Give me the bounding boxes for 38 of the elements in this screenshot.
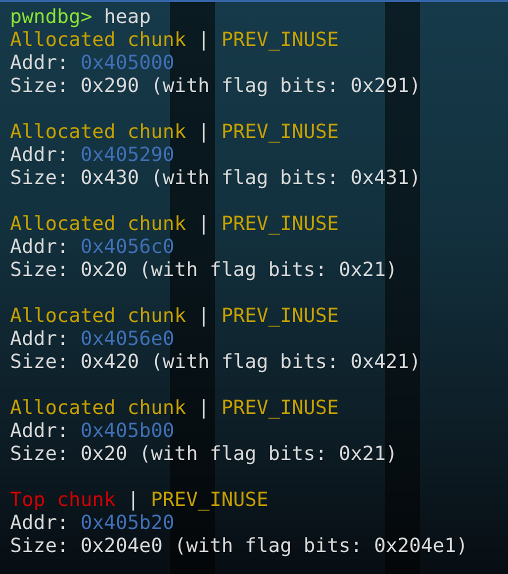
separator: | bbox=[198, 120, 210, 143]
size-text: Size: 0x430 (with flag bits: 0x431) bbox=[10, 166, 421, 189]
separator: | bbox=[198, 396, 210, 419]
addr-label: Addr: bbox=[10, 51, 69, 74]
address-value: 0x4056c0 bbox=[80, 235, 174, 258]
address-value: 0x405290 bbox=[80, 143, 174, 166]
size-text: Size: 0x204e0 (with flag bits: 0x204e1) bbox=[10, 534, 468, 557]
separator: | bbox=[127, 488, 140, 511]
flag-label: PREV_INUSE bbox=[221, 28, 339, 51]
chunk-type: Allocated chunk bbox=[10, 396, 186, 419]
size-text: Size: 0x20 (with flag bits: 0x21) bbox=[10, 258, 398, 281]
separator: | bbox=[198, 28, 210, 51]
addr-label: Addr: bbox=[10, 511, 69, 534]
chunk-type: Allocated chunk bbox=[10, 120, 186, 143]
chunk-type: Allocated chunk bbox=[10, 304, 186, 327]
addr-label: Addr: bbox=[10, 235, 69, 258]
chunk-type: Top chunk bbox=[10, 488, 116, 511]
size-text: Size: 0x20 (with flag bits: 0x21) bbox=[10, 442, 398, 465]
chunk-type: Allocated chunk bbox=[10, 212, 186, 235]
addr-label: Addr: bbox=[10, 143, 69, 166]
addr-label: Addr: bbox=[10, 419, 69, 442]
separator: | bbox=[198, 304, 210, 327]
flag-label: PREV_INUSE bbox=[221, 120, 339, 143]
address-value: 0x405b20 bbox=[80, 511, 174, 534]
address-value: 0x4056e0 bbox=[80, 327, 174, 350]
separator: | bbox=[198, 212, 210, 235]
flag-label: PREV_INUSE bbox=[221, 304, 339, 327]
size-text: Size: 0x290 (with flag bits: 0x291) bbox=[10, 74, 421, 97]
size-text: Size: 0x420 (with flag bits: 0x421) bbox=[10, 350, 421, 373]
address-value: 0x405b00 bbox=[80, 419, 174, 442]
terminal-prompt: pwndbg> bbox=[10, 5, 92, 28]
addr-label: Addr: bbox=[10, 327, 69, 350]
flag-label: PREV_INUSE bbox=[150, 488, 268, 511]
flag-label: PREV_INUSE bbox=[221, 396, 339, 419]
flag-label: PREV_INUSE bbox=[221, 212, 339, 235]
command-text: heap bbox=[104, 5, 151, 28]
address-value: 0x405000 bbox=[80, 51, 174, 74]
chunk-type: Allocated chunk bbox=[10, 28, 186, 51]
